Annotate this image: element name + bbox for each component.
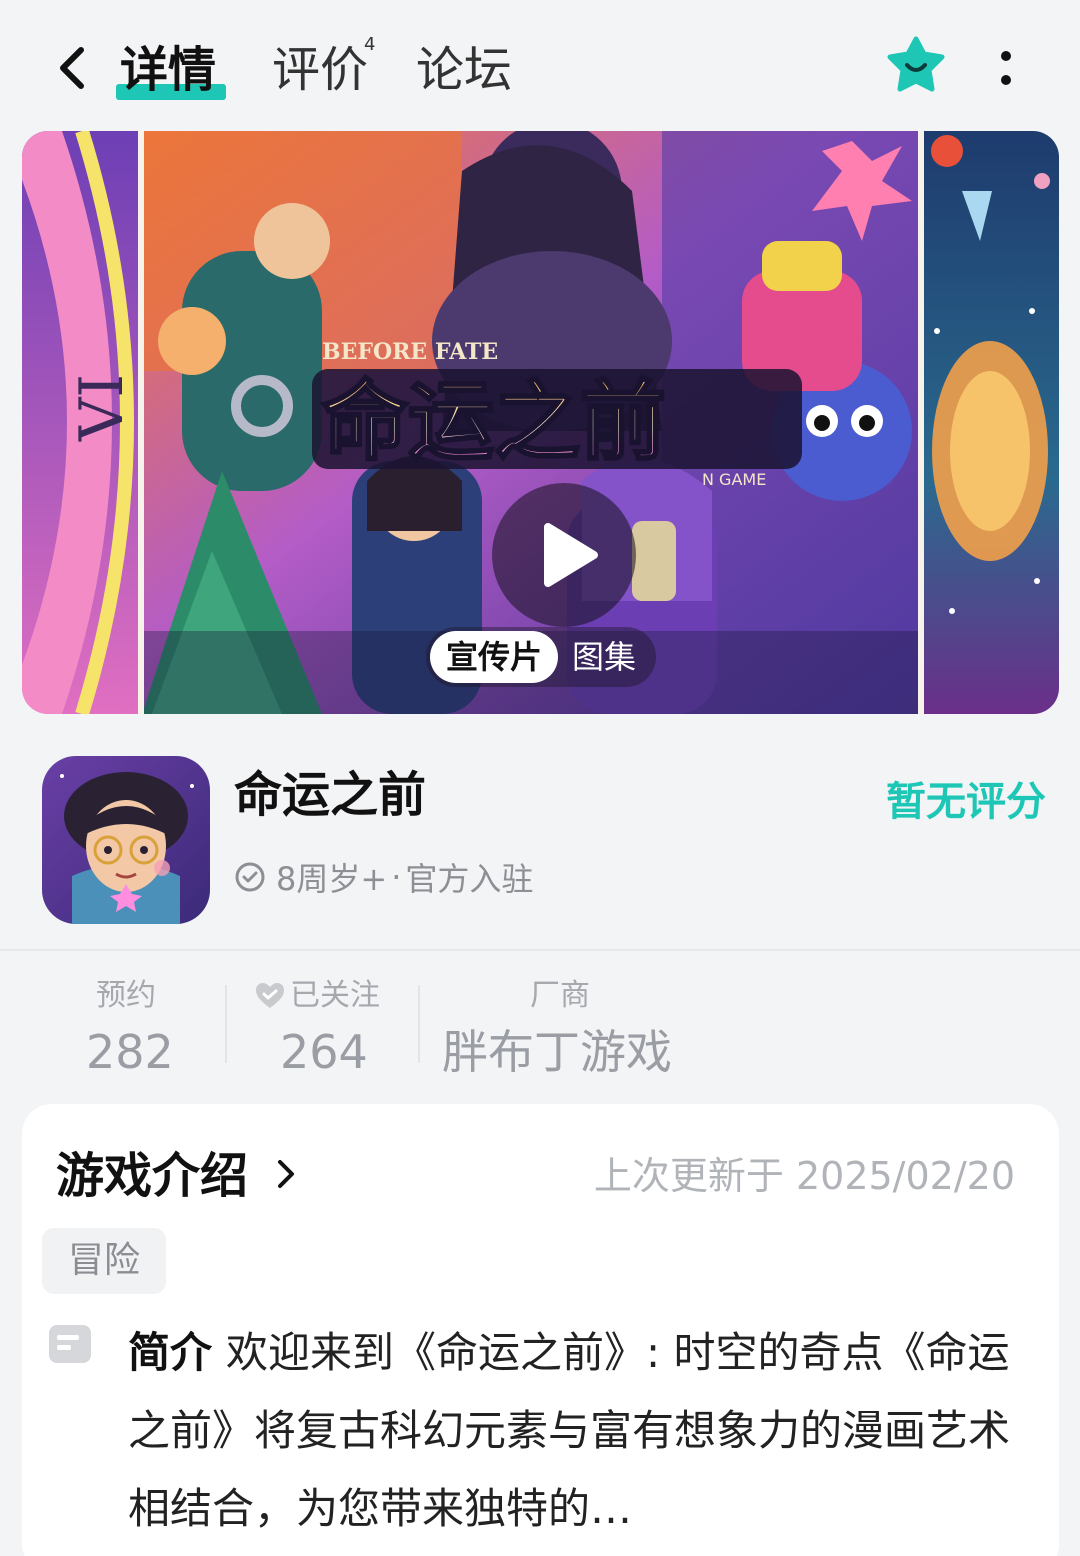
tab-forum[interactable]: 论坛	[416, 38, 512, 102]
top-nav-bar: 详情 评价 4 论坛	[0, 0, 1080, 130]
desc-text: 欢迎来到《命运之前》: 时空的奇点《命运之前》将复古科幻元素与富有想象力的漫画艺…	[128, 1328, 1011, 1533]
play-icon	[544, 523, 598, 587]
app-meta: 8周岁+ · 官方入驻	[234, 854, 533, 900]
banner-logo-tag: N GAME	[702, 470, 766, 489]
age-rating: 8周岁+	[276, 860, 388, 898]
reserve-label: 预约	[96, 978, 156, 1013]
verified-check-icon	[235, 862, 265, 892]
desc-label: 简介	[128, 1328, 213, 1377]
vendor-label: 厂商	[530, 978, 590, 1013]
app-icon	[42, 756, 210, 924]
clock-numeral: VI	[67, 374, 137, 442]
media-banner[interactable]: VI BEFORE FATE 命运之前 N GAME 宣传片 图集	[22, 131, 1059, 714]
stat-separator	[225, 985, 227, 1063]
more-options-button[interactable]	[986, 44, 1026, 94]
description-icon	[49, 1325, 91, 1363]
app-name: 命运之前	[234, 767, 427, 823]
tab-trailer[interactable]: 宣传片	[430, 631, 558, 683]
banner-logo-title: 命运之前	[322, 372, 666, 472]
more-vertical-icon	[1001, 51, 1011, 85]
game-detail-page: 详情 评价 4 论坛 VI BEFORE FATE 命运之前 N GAME 宣传…	[0, 0, 1080, 1556]
back-button[interactable]	[48, 38, 96, 98]
rating-status: 暂无评分	[886, 779, 1046, 825]
official-badge: 官方入驻	[405, 860, 534, 898]
favorite-button[interactable]	[886, 36, 946, 96]
genre-tag[interactable]: 冒险	[42, 1228, 166, 1294]
chevron-right-icon[interactable]	[274, 1156, 298, 1192]
intro-description[interactable]: 简介 欢迎来到《命运之前》: 时空的奇点《命运之前》将复古科幻元素与富有想象力的漫…	[128, 1314, 1018, 1548]
smiling-star-icon	[887, 36, 945, 92]
last-updated: 上次更新于 2025/02/20	[593, 1154, 1015, 1198]
follow-count: 264	[280, 1025, 368, 1079]
tab-gallery[interactable]: 图集	[572, 631, 636, 683]
meta-separator: ·	[391, 858, 402, 896]
heart-icon	[256, 983, 284, 1008]
banner-logo-subtitle: BEFORE FATE	[322, 339, 498, 365]
tab-details[interactable]: 详情	[120, 38, 216, 102]
app-icon-artwork	[42, 756, 210, 924]
tab-reviews[interactable]: 评价	[272, 38, 368, 102]
intro-title[interactable]: 游戏介绍	[56, 1144, 248, 1208]
back-arrow-icon	[60, 47, 84, 89]
reserve-count: 282	[86, 1025, 174, 1079]
stat-separator	[418, 985, 420, 1063]
section-divider	[0, 949, 1080, 951]
media-type-switch: 宣传片 图集	[426, 627, 656, 687]
follow-label: 已关注	[290, 978, 380, 1013]
reviews-count-badge: 4	[364, 34, 376, 55]
game-intro-card: 游戏介绍 上次更新于 2025/02/20 冒险 简介 欢迎来到《命运之前》: 时…	[22, 1104, 1059, 1556]
play-video-button[interactable]	[492, 483, 636, 627]
vendor-name[interactable]: 胖布丁游戏	[442, 1022, 672, 1082]
